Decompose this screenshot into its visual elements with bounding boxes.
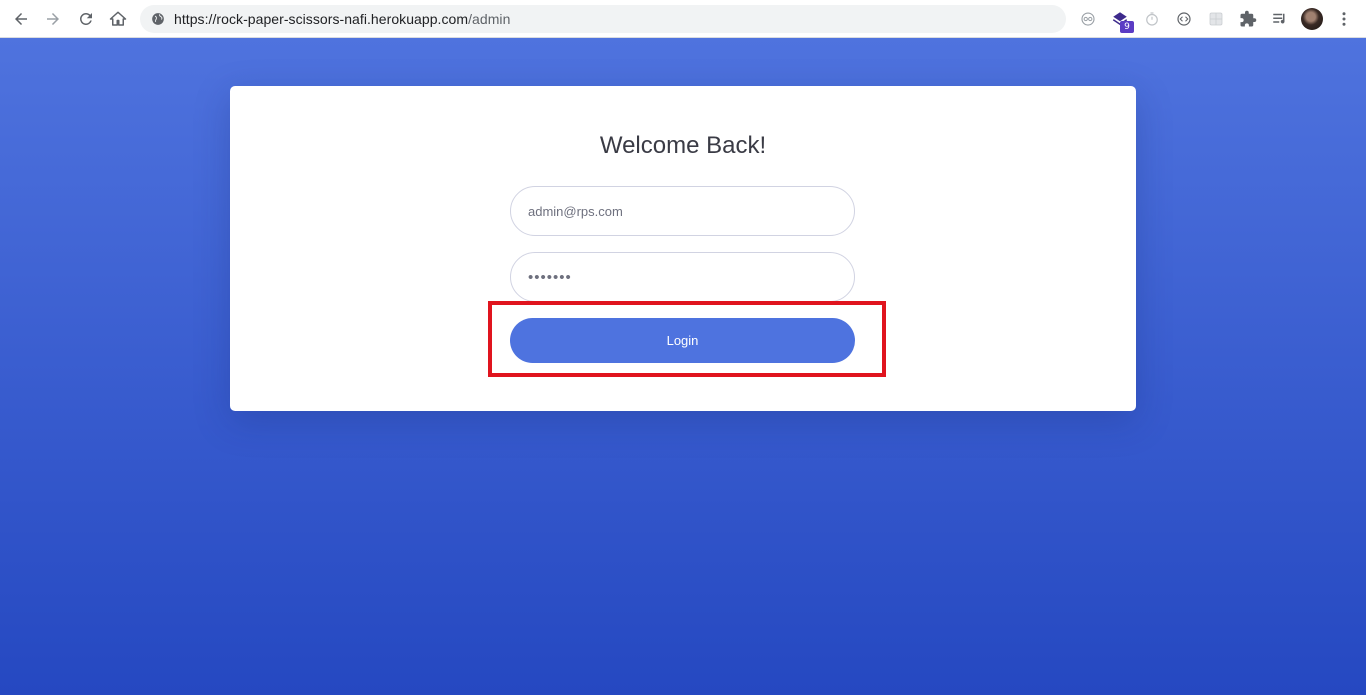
url-text: https://rock-paper-scissors-nafi.herokua…: [174, 11, 510, 27]
reload-icon: [79, 12, 92, 25]
menu-button[interactable]: [1334, 9, 1354, 29]
back-button[interactable]: [9, 7, 33, 31]
login-card: Welcome Back! Login: [230, 86, 1136, 411]
browser-toolbar: https://rock-paper-scissors-nafi.herokua…: [0, 0, 1366, 38]
extension-timer[interactable]: [1142, 9, 1162, 29]
extensions-icon: [1240, 10, 1257, 27]
timer-icon: [1146, 12, 1158, 26]
grid-icon: [1209, 12, 1223, 26]
page-background: Welcome Back! Login: [0, 38, 1366, 695]
extension-glasses[interactable]: [1078, 9, 1098, 29]
password-field[interactable]: [510, 252, 855, 302]
globe-icon: [152, 13, 164, 25]
extensions-button[interactable]: [1238, 9, 1258, 29]
glasses-icon: [1081, 12, 1095, 26]
login-button[interactable]: Login: [510, 318, 855, 363]
menu-icon: [1342, 12, 1346, 26]
reload-button[interactable]: [74, 7, 98, 31]
url-path: /admin: [468, 11, 511, 27]
extension-badge: 9: [1120, 21, 1134, 33]
home-button[interactable]: [106, 7, 130, 31]
email-field[interactable]: [510, 186, 855, 236]
code-circle-icon: [1177, 12, 1191, 26]
extension-code[interactable]: [1174, 9, 1194, 29]
back-icon: [15, 13, 27, 25]
forward-icon: [47, 13, 59, 25]
forward-button[interactable]: [41, 7, 65, 31]
media-button[interactable]: [1270, 9, 1290, 29]
address-bar[interactable]: https://rock-paper-scissors-nafi.herokua…: [140, 5, 1066, 33]
page-title: Welcome Back!: [599, 132, 767, 159]
extension-grid[interactable]: [1206, 9, 1226, 29]
url-host: https://rock-paper-scissors-nafi.herokua…: [174, 11, 469, 27]
media-icon: [1273, 13, 1285, 24]
profile-avatar[interactable]: [1301, 8, 1323, 30]
home-icon: [109, 11, 127, 26]
